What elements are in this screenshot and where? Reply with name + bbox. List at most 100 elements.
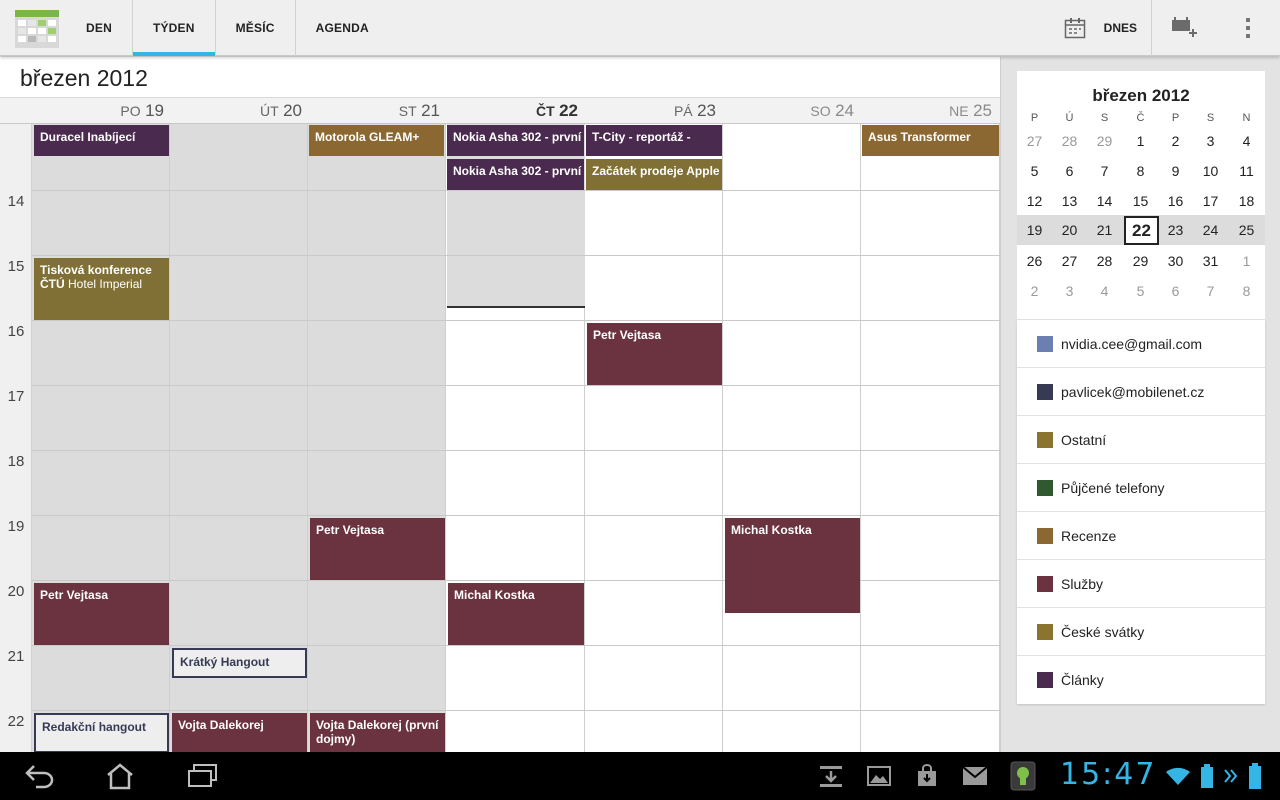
gallery-notification[interactable] [864, 752, 894, 800]
event-all-day[interactable]: Asus Transformer [862, 125, 999, 156]
event-timed[interactable]: Michal Kostka [448, 583, 584, 645]
day-header-tue[interactable]: ÚT 20 [170, 101, 308, 121]
calendar-item[interactable]: Služby [1017, 560, 1265, 608]
day-column[interactable] [723, 124, 861, 752]
mini-day[interactable]: 5 [1017, 157, 1052, 185]
calendar-item[interactable]: nvidia.cee@gmail.com [1017, 320, 1265, 368]
event-timed[interactable]: Petr Vejtasa [310, 518, 445, 580]
event-all-day[interactable]: Motorola GLEAM+ [309, 125, 444, 156]
mini-day[interactable]: 12 [1017, 187, 1052, 215]
mini-day[interactable]: 6 [1052, 157, 1087, 185]
mini-day[interactable]: 25 [1229, 216, 1264, 244]
event-timed[interactable]: Vojta Dalekorej [172, 713, 307, 752]
day-column[interactable] [585, 124, 723, 752]
mini-day[interactable]: 26 [1017, 247, 1052, 275]
day-header-thu[interactable]: ČT 22 [446, 101, 584, 121]
event-timed[interactable]: Michal Kostka [725, 518, 860, 613]
new-event-button[interactable] [1152, 0, 1216, 56]
mini-day[interactable]: 15 [1123, 187, 1158, 215]
day-column[interactable] [861, 124, 1000, 752]
day-column[interactable] [308, 124, 446, 752]
mini-day[interactable]: 5 [1123, 277, 1158, 305]
mini-day[interactable]: 28 [1052, 127, 1087, 155]
calendar-item[interactable]: České svátky [1017, 608, 1265, 656]
home-button[interactable] [100, 752, 140, 800]
mini-day[interactable]: 7 [1087, 157, 1122, 185]
mini-day[interactable]: 17 [1193, 187, 1228, 215]
mini-day[interactable]: 14 [1087, 187, 1122, 215]
mini-day[interactable]: 13 [1052, 187, 1087, 215]
mini-day[interactable]: 2 [1017, 277, 1052, 305]
mail-notification[interactable] [960, 752, 990, 800]
store-notification[interactable] [912, 752, 942, 800]
today-button[interactable]: DNES [1046, 0, 1152, 56]
recent-apps-button[interactable] [182, 752, 222, 800]
mini-day[interactable]: 27 [1052, 247, 1087, 275]
calendar-app-icon[interactable] [15, 10, 59, 48]
mini-day[interactable]: 1 [1229, 247, 1264, 275]
mini-day[interactable]: 3 [1052, 277, 1087, 305]
mini-day[interactable]: 4 [1229, 127, 1264, 155]
event-timed[interactable]: Vojta Dalekorej (první dojmy) [310, 713, 445, 752]
event-timed-outline[interactable]: Krátký Hangout [172, 648, 307, 678]
mini-day[interactable]: 27 [1017, 127, 1052, 155]
mini-day[interactable]: 6 [1158, 277, 1193, 305]
mini-day-today[interactable]: 22 [1124, 216, 1159, 245]
tab-month[interactable]: MĚSÍC [216, 0, 296, 56]
mini-day[interactable]: 24 [1193, 216, 1228, 244]
calendar-item[interactable]: Půjčené telefony [1017, 464, 1265, 512]
event-all-day[interactable]: Nokia Asha 302 - první [447, 159, 584, 190]
mini-day[interactable]: 20 [1052, 216, 1087, 244]
mini-day[interactable]: 29 [1087, 127, 1122, 155]
event-all-day[interactable]: T-City - reportáž - [586, 125, 722, 156]
event-all-day[interactable]: Nokia Asha 302 - první [447, 125, 584, 156]
mini-day[interactable]: 11 [1229, 157, 1264, 185]
mini-day[interactable]: 31 [1193, 247, 1228, 275]
event-all-day[interactable]: Duracel Inabíjecí [34, 125, 169, 156]
event-timed[interactable]: Petr Vejtasa [34, 583, 169, 645]
mini-day[interactable]: 16 [1158, 187, 1193, 215]
mail-icon [962, 766, 988, 785]
calendar-item[interactable]: Recenze [1017, 512, 1265, 560]
day-header-wed[interactable]: ST 21 [308, 101, 446, 121]
download-notification[interactable] [816, 752, 846, 800]
day-header-fri[interactable]: PÁ 23 [584, 101, 722, 121]
calendar-item[interactable]: pavlicek@mobilenet.cz [1017, 368, 1265, 416]
mini-day[interactable]: 2 [1158, 127, 1193, 155]
mini-day[interactable]: 3 [1193, 127, 1228, 155]
mini-day[interactable]: 30 [1158, 247, 1193, 275]
usb-debug-notification[interactable] [1008, 752, 1038, 800]
mini-day[interactable]: 18 [1229, 187, 1264, 215]
week-grid[interactable]: 14 15 16 17 18 19 20 21 22 Duracel Inabí… [0, 124, 1000, 752]
calendar-item[interactable]: Články [1017, 656, 1265, 704]
event-timed[interactable]: Tisková konference ČTÚ Hotel Imperial [34, 258, 169, 320]
tab-week[interactable]: TÝDEN [132, 0, 216, 56]
calendar-item[interactable]: Ostatní [1017, 416, 1265, 464]
back-button[interactable] [20, 752, 60, 800]
day-column[interactable] [32, 124, 170, 752]
mini-day[interactable]: 19 [1017, 216, 1052, 244]
mini-day[interactable]: 8 [1123, 157, 1158, 185]
event-timed-outline[interactable]: Redakční hangout [34, 713, 169, 752]
event-all-day[interactable]: Začátek prodeje Apple [586, 159, 722, 190]
event-timed[interactable]: Petr Vejtasa [587, 323, 722, 385]
tab-agenda[interactable]: AGENDA [296, 0, 389, 56]
mini-day[interactable]: 28 [1087, 247, 1122, 275]
system-clock[interactable]: 15:47 [1060, 757, 1156, 792]
mini-month-calendar[interactable]: březen 2012 P Ú S Č P S N 27 28 29 1 2 3… [1017, 71, 1265, 319]
day-header-mon[interactable]: PO 19 [32, 101, 170, 121]
tab-day[interactable]: DEN [66, 0, 133, 56]
mini-day[interactable]: 10 [1193, 157, 1228, 185]
mini-day[interactable]: 7 [1193, 277, 1228, 305]
mini-day[interactable]: 23 [1158, 216, 1193, 244]
mini-day[interactable]: 21 [1087, 216, 1122, 244]
overflow-menu-button[interactable] [1216, 0, 1280, 56]
day-header-sat[interactable]: SO 24 [722, 101, 860, 121]
mini-day[interactable]: 9 [1158, 157, 1193, 185]
new-event-icon [1172, 17, 1197, 37]
mini-day[interactable]: 8 [1229, 277, 1264, 305]
mini-day[interactable]: 29 [1123, 247, 1158, 275]
mini-day[interactable]: 4 [1087, 277, 1122, 305]
mini-day[interactable]: 1 [1123, 127, 1158, 155]
day-header-sun[interactable]: NE 25 [860, 101, 998, 121]
